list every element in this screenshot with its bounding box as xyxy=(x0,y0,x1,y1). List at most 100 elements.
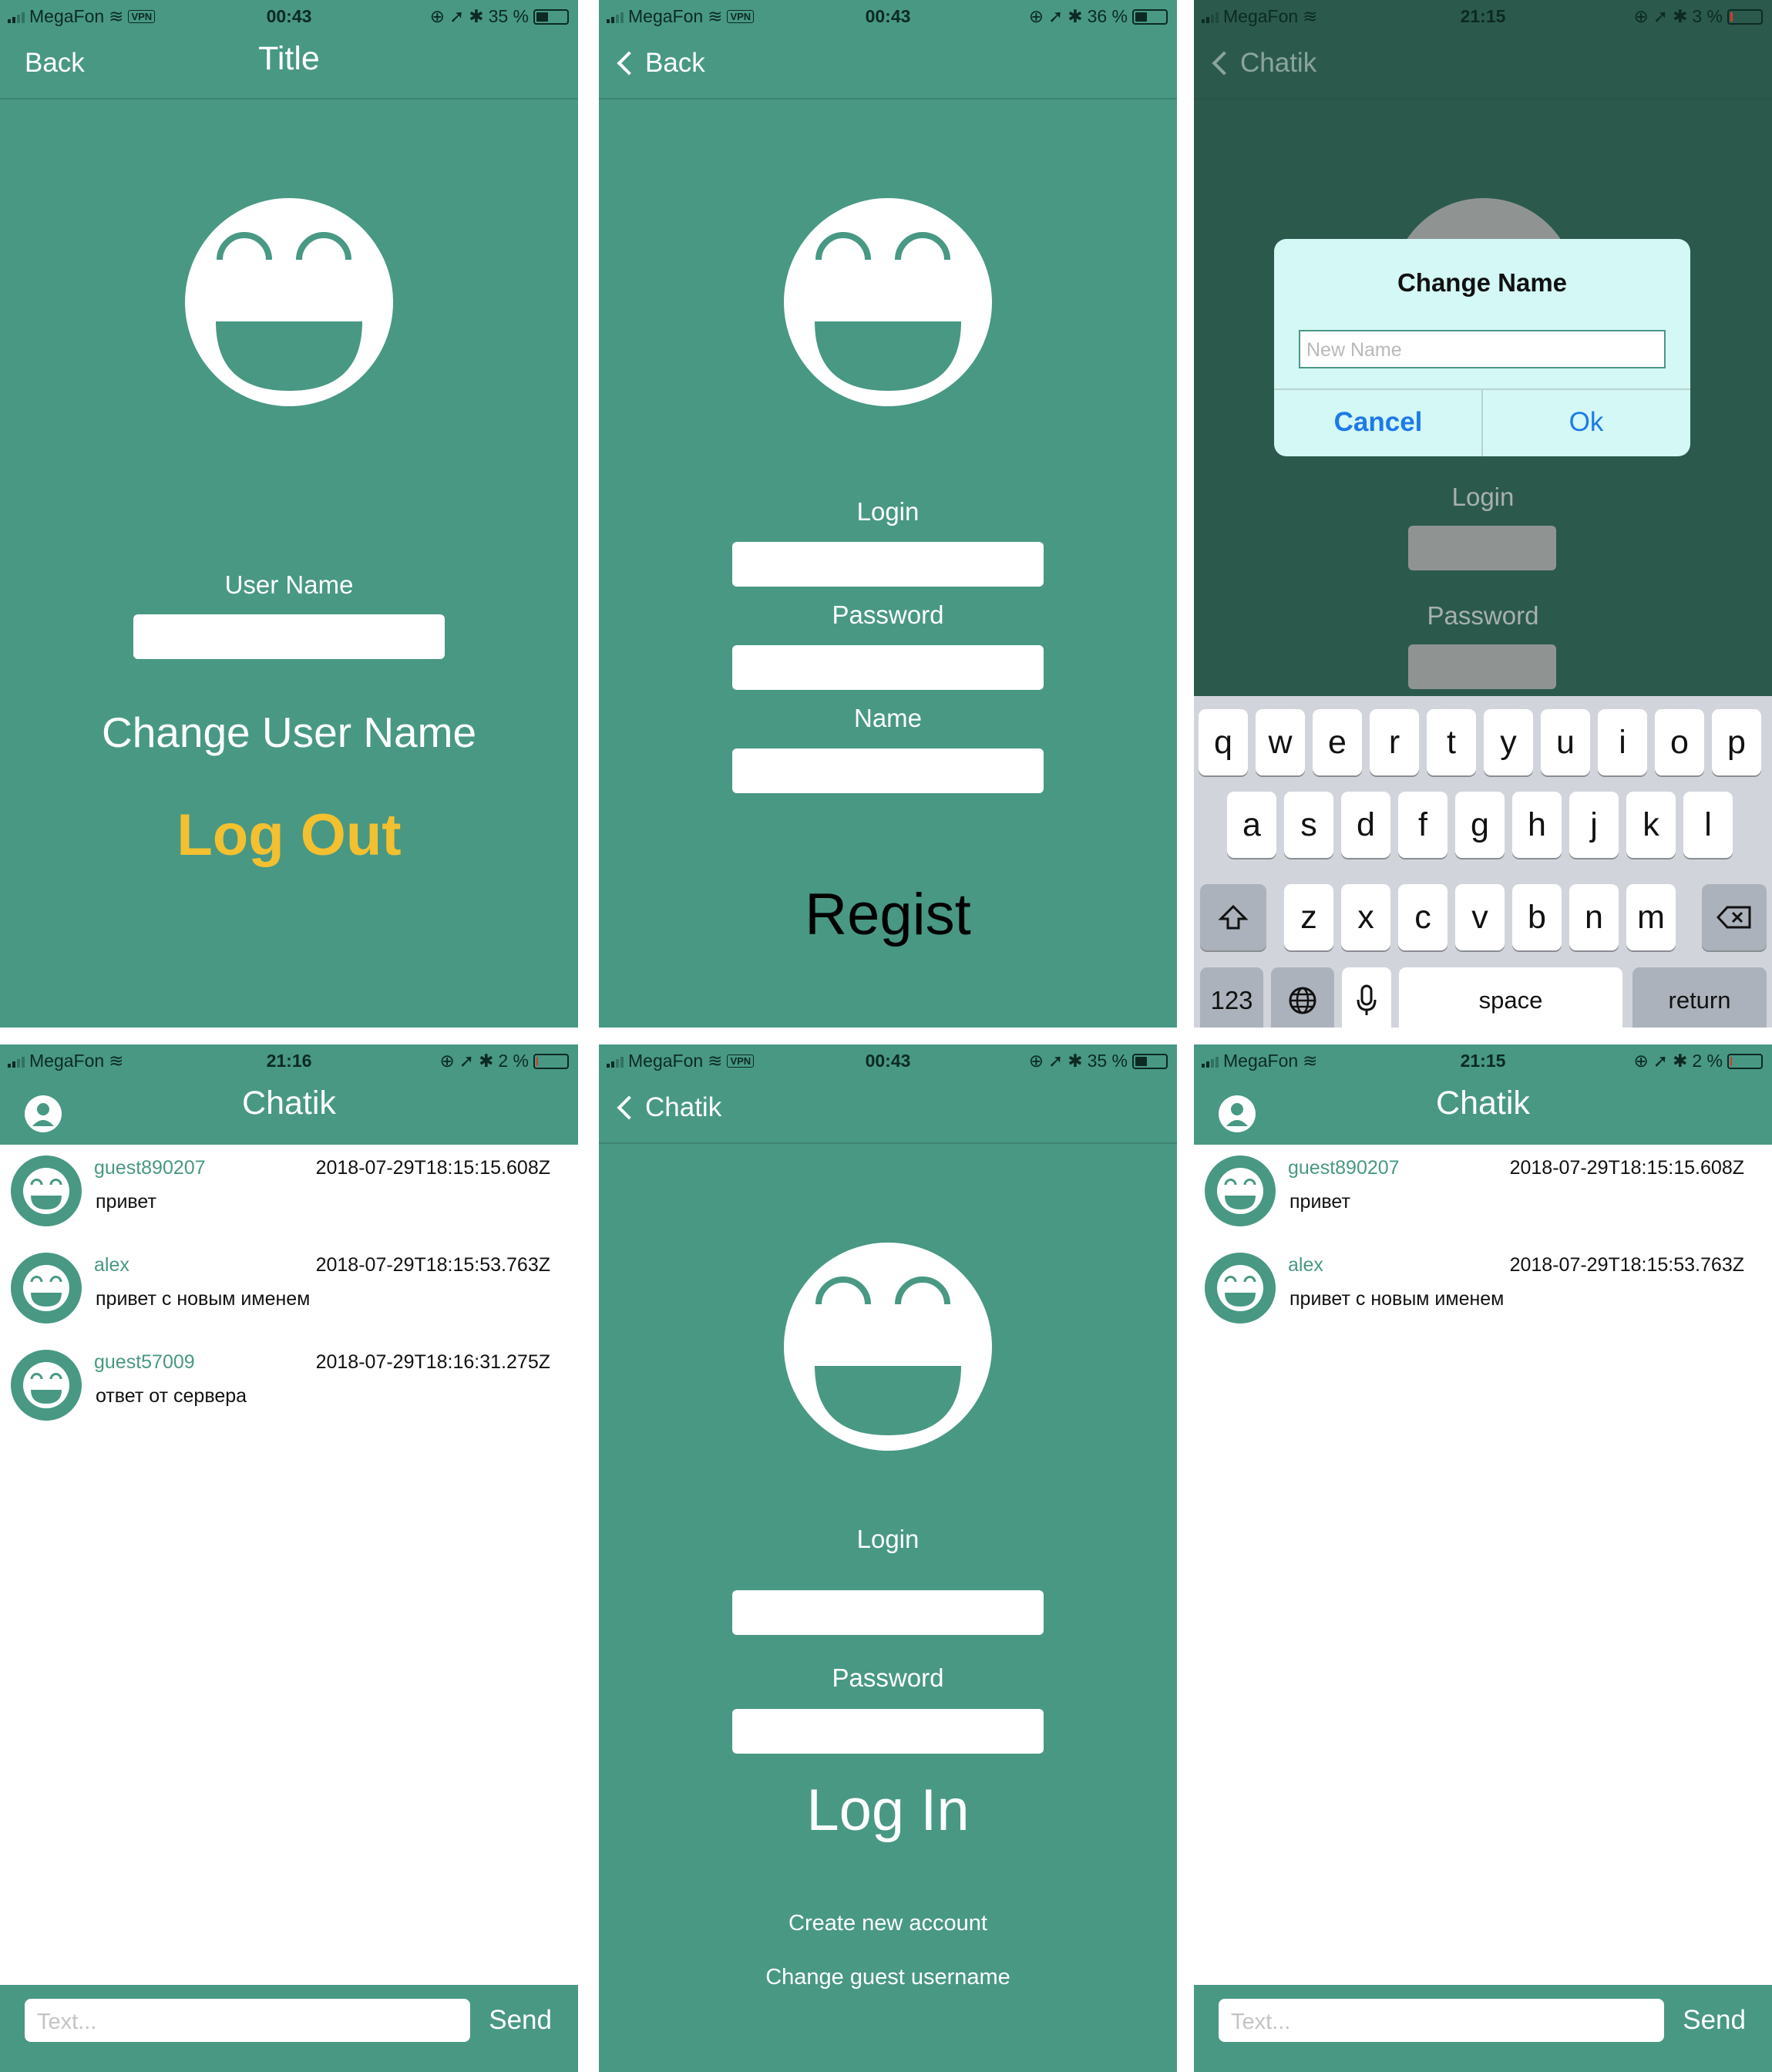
key-i[interactable]: i xyxy=(1598,709,1647,775)
nav-bar: Back Title xyxy=(0,32,578,99)
status-bar: MegaFon ≋ VPN 00:43 ⊕ ➚ ✱ 35 % xyxy=(599,1044,1177,1077)
dialog-title: Change Name xyxy=(1397,268,1568,297)
message-text: привет xyxy=(1289,1191,1350,1213)
smiley-avatar-icon xyxy=(11,1253,82,1324)
key-r[interactable]: r xyxy=(1370,709,1419,775)
nav-title: Chatik xyxy=(242,1085,336,1122)
message-row[interactable]: alex 2018-07-29T18:15:53.763Z привет с нов… xyxy=(1194,1242,1772,1334)
key-m[interactable]: m xyxy=(1626,884,1676,950)
login-field[interactable] xyxy=(732,1590,1044,1635)
status-bar: MegaFon ≋ VPN 00:43 ⊕ ➚ ✱ 35 % xyxy=(0,0,578,32)
message-author[interactable]: guest57009 xyxy=(94,1351,195,1374)
message-row[interactable]: alex 2018-07-29T18:15:53.763Z привет с нов… xyxy=(0,1242,578,1334)
logout-button[interactable]: Log Out xyxy=(0,802,578,869)
send-button[interactable]: Send xyxy=(1683,2005,1746,2036)
battery-percent: 2 % xyxy=(498,1051,529,1071)
create-account-link[interactable]: Create new account xyxy=(599,1911,1177,1936)
battery-percent: 36 % xyxy=(1087,6,1128,26)
key-g[interactable]: g xyxy=(1455,792,1505,858)
smiley-avatar-icon xyxy=(11,1155,82,1226)
regist-button[interactable]: Regist xyxy=(599,881,1177,948)
lock-rotation-icon: ⊕ xyxy=(439,1051,455,1071)
message-row[interactable]: guest890207 2018-07-29T18:15:15.608Z приве… xyxy=(1194,1145,1772,1237)
message-author[interactable]: guest890207 xyxy=(1288,1157,1400,1179)
message-author[interactable]: alex xyxy=(1288,1254,1323,1276)
nav-bar: Back xyxy=(599,32,1177,99)
lock-rotation-icon: ⊕ xyxy=(429,6,445,26)
return-key[interactable]: return xyxy=(1632,967,1767,1028)
login-field[interactable] xyxy=(1408,526,1556,570)
key-a[interactable]: a xyxy=(1227,792,1276,858)
password-field[interactable] xyxy=(1408,644,1556,689)
key-n[interactable]: n xyxy=(1569,884,1619,950)
key-u[interactable]: u xyxy=(1541,709,1590,775)
send-button[interactable]: Send xyxy=(489,2005,552,2036)
microphone-icon[interactable] xyxy=(1342,967,1391,1028)
ok-button[interactable]: Ok xyxy=(1482,407,1690,438)
key-e[interactable]: e xyxy=(1313,709,1362,775)
message-input-bar: Text... Send xyxy=(0,1985,578,2072)
back-button[interactable]: Chatik xyxy=(1209,48,1316,79)
backspace-key[interactable] xyxy=(1702,884,1767,950)
key-o[interactable]: o xyxy=(1655,709,1704,775)
login-field[interactable] xyxy=(732,542,1044,587)
message-author[interactable]: guest890207 xyxy=(94,1157,206,1179)
shift-key[interactable] xyxy=(1200,884,1266,950)
message-input[interactable]: Text... xyxy=(25,1999,470,2042)
back-label: Chatik xyxy=(1240,48,1317,78)
location-icon: ➚ xyxy=(459,1051,475,1071)
lock-rotation-icon: ⊕ xyxy=(1028,1051,1044,1071)
password-label: Password xyxy=(832,600,944,629)
key-w[interactable]: w xyxy=(1256,709,1305,775)
message-row[interactable]: guest57009 2018-07-29T18:16:31.275Z ответ … xyxy=(0,1339,578,1431)
back-button[interactable]: Chatik xyxy=(614,1092,721,1123)
smiley-avatar-icon xyxy=(11,1350,82,1421)
key-d[interactable]: d xyxy=(1341,792,1390,858)
username-field[interactable] xyxy=(133,614,445,659)
back-label: Chatik xyxy=(645,1092,722,1122)
message-timestamp: 2018-07-29T18:15:53.763Z xyxy=(315,1254,550,1276)
key-l[interactable]: l xyxy=(1683,792,1733,858)
nav-bar: Chatik xyxy=(1194,1077,1772,1144)
chevron-left-icon xyxy=(1212,51,1236,76)
key-f[interactable]: f xyxy=(1398,792,1448,858)
login-button[interactable]: Log In xyxy=(599,1777,1177,1844)
lock-rotation-icon: ⊕ xyxy=(1633,6,1649,26)
key-h[interactable]: h xyxy=(1512,792,1562,858)
battery-icon xyxy=(1132,1053,1168,1069)
status-bar: MegaFon ≋ 21:16 ⊕ ➚ ✱ 2 % xyxy=(0,1044,578,1077)
message-row[interactable]: guest890207 2018-07-29T18:15:15.608Z приве… xyxy=(0,1145,578,1237)
key-y[interactable]: y xyxy=(1484,709,1533,775)
cancel-button[interactable]: Cancel xyxy=(1274,407,1482,438)
new-name-input[interactable]: New Name xyxy=(1299,330,1666,368)
message-input[interactable]: Text... xyxy=(1219,1999,1664,2042)
battery-icon xyxy=(533,1053,569,1069)
key-s[interactable]: s xyxy=(1284,792,1333,858)
key-z[interactable]: z xyxy=(1284,884,1333,950)
key-j[interactable]: j xyxy=(1569,792,1619,858)
key-p[interactable]: p xyxy=(1712,709,1761,775)
location-icon: ➚ xyxy=(449,6,465,26)
change-username-button[interactable]: Change User Name xyxy=(0,708,578,757)
key-k[interactable]: k xyxy=(1626,792,1676,858)
location-icon: ➚ xyxy=(1048,6,1064,26)
battery-icon xyxy=(1727,1053,1763,1069)
numbers-key[interactable]: 123 xyxy=(1200,967,1263,1028)
space-key[interactable]: space xyxy=(1399,967,1622,1028)
key-b[interactable]: b xyxy=(1512,884,1562,950)
password-field[interactable] xyxy=(732,645,1044,690)
key-x[interactable]: x xyxy=(1341,884,1390,950)
key-c[interactable]: c xyxy=(1398,884,1448,950)
globe-icon[interactable] xyxy=(1271,967,1334,1028)
key-q[interactable]: q xyxy=(1199,709,1248,775)
key-t[interactable]: t xyxy=(1427,709,1476,775)
password-field[interactable] xyxy=(732,1709,1044,1754)
name-field[interactable] xyxy=(732,748,1044,793)
chevron-left-icon xyxy=(617,1095,641,1120)
back-button[interactable]: Back xyxy=(614,48,705,79)
message-author[interactable]: alex xyxy=(94,1254,129,1276)
change-guest-link[interactable]: Change guest username xyxy=(599,1965,1177,1990)
key-v[interactable]: v xyxy=(1455,884,1505,950)
battery-icon xyxy=(1132,8,1168,25)
chevron-left-icon xyxy=(617,51,641,76)
